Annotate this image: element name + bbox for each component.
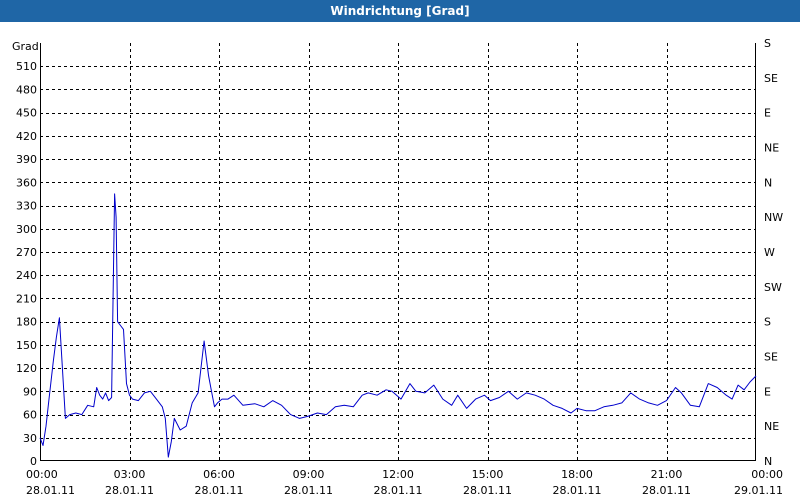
- y-tick-label: 210: [16, 292, 37, 305]
- chart-title-text: Windrichtung [Grad]: [330, 4, 470, 18]
- x-tick-date: 28.01.11: [105, 484, 154, 497]
- x-tick-date: 28.01.11: [642, 484, 691, 497]
- x-tick-date: 28.01.11: [463, 484, 512, 497]
- compass-tick-label: SW: [764, 281, 782, 294]
- y-tick-label: 120: [16, 362, 37, 375]
- compass-tick-label: E: [764, 385, 771, 398]
- y-axis-label: Grad: [12, 40, 39, 53]
- x-tick-time: 18:00: [561, 468, 593, 481]
- y-tick-label: 450: [16, 107, 37, 120]
- x-tick-time: 03:00: [114, 468, 146, 481]
- x-tick-time: 09:00: [293, 468, 325, 481]
- x-tick-date: 28.01.11: [284, 484, 333, 497]
- x-tick-date: 28.01.11: [374, 484, 423, 497]
- y-tick-label: 510: [16, 60, 37, 73]
- y-tick-label: 0: [30, 455, 37, 468]
- compass-tick-label: N: [764, 455, 772, 468]
- y-tick-label: 30: [23, 432, 37, 445]
- compass-tick-label: E: [764, 107, 771, 120]
- y-tick-label: 300: [16, 223, 37, 236]
- x-tick-date: 29.01.11: [734, 484, 783, 497]
- x-tick-time: 00:00: [751, 468, 783, 481]
- compass-tick-label: S: [764, 37, 771, 50]
- x-tick-time: 21:00: [651, 468, 683, 481]
- y-tick-label: 390: [16, 153, 37, 166]
- compass-tick-label: NE: [764, 142, 779, 155]
- y-tick-label: 270: [16, 246, 37, 259]
- compass-tick-label: NW: [764, 211, 783, 224]
- x-tick-time: 12:00: [382, 468, 414, 481]
- chart-title: Windrichtung [Grad]: [0, 0, 800, 22]
- y-tick-label: 180: [16, 316, 37, 329]
- x-tick-date: 28.01.11: [553, 484, 602, 497]
- y-tick-label: 420: [16, 130, 37, 143]
- x-tick-time: 15:00: [472, 468, 504, 481]
- y-tick-label: 330: [16, 200, 37, 213]
- x-tick-date: 28.01.11: [26, 484, 75, 497]
- compass-tick-label: SE: [764, 72, 778, 85]
- y-tick-label: 60: [23, 409, 37, 422]
- wind-direction-chart: Grad 0 30 60 90 120 150 180 210 240 270 300 330 360 3…: [12, 37, 783, 497]
- y-tick-labels: 0 30 60 90 120 150 180 210 240 270 300 330 360 390 420…: [16, 60, 37, 468]
- compass-tick-label: NE: [764, 420, 779, 433]
- y-tick-label: 360: [16, 176, 37, 189]
- compass-tick-label: S: [764, 316, 771, 329]
- x-tick-date: 28.01.11: [195, 484, 244, 497]
- x-tick-time: 00:00: [26, 468, 58, 481]
- y-tick-label: 240: [16, 269, 37, 282]
- compass-tick-label: W: [764, 246, 775, 259]
- x-tick-time: 06:00: [203, 468, 235, 481]
- compass-tick-label: SE: [764, 351, 778, 364]
- y-tick-label: 150: [16, 339, 37, 352]
- y-tick-label: 90: [23, 385, 37, 398]
- right-tick-labels: N NE E SE S SW W NW N NE E SE S: [764, 37, 783, 468]
- compass-tick-label: N: [764, 176, 772, 189]
- y-tick-label: 480: [16, 83, 37, 96]
- x-tick-labels: 00:00 28.01.11 03:00 28.01.11 06:00 28.01.11 0…: [26, 468, 783, 497]
